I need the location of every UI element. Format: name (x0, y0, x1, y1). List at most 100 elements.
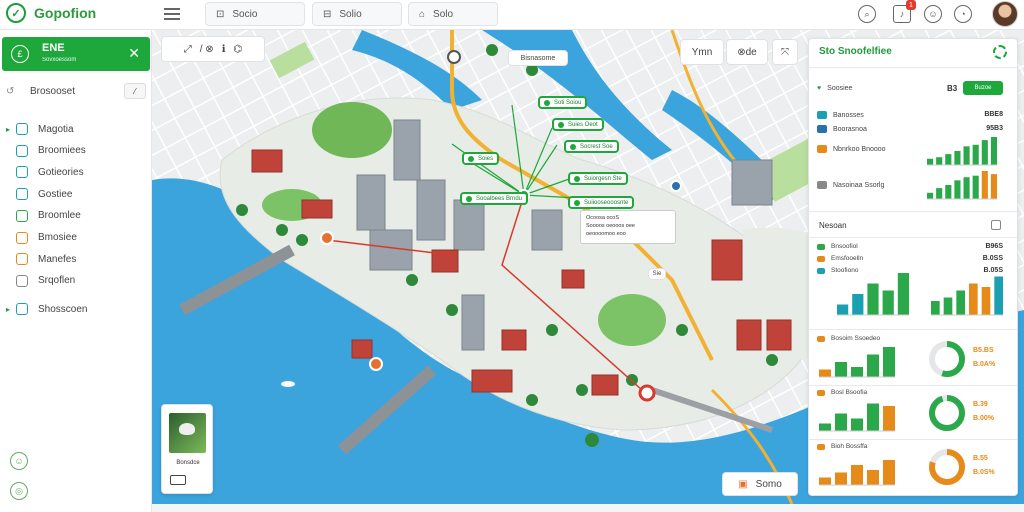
stat-row-2: Bosl Bsoofia (817, 389, 867, 396)
map-pin-orange[interactable] (320, 231, 334, 245)
smile-icon[interactable]: ☺ (924, 5, 942, 23)
sidebar-item-label: Magotia (38, 123, 74, 135)
map-tools[interactable]: ⤢ / ⊗ ℹ ⌬ (161, 36, 265, 62)
bar (936, 188, 943, 199)
bar (994, 276, 1003, 315)
thumbnail-card[interactable]: Bonsdce (161, 404, 213, 494)
kpi-value: BBE8 (984, 111, 1003, 118)
session-action-button[interactable]: Buzoe (963, 81, 1003, 95)
app-name: Gopofion (34, 5, 97, 21)
sidebar-item-3[interactable]: Gotieories (6, 163, 146, 181)
callout-label: Soies (478, 155, 494, 162)
map-pin-blue[interactable] (670, 180, 682, 192)
route-callout-6[interactable]: Suiiooseooosnte (568, 196, 635, 209)
bar (945, 185, 952, 199)
sidebar-item-7[interactable]: Manefes (6, 250, 146, 268)
filter-icon[interactable]: ⁄ (124, 83, 146, 99)
bar (883, 406, 895, 431)
sidebar-item-1[interactable]: ▸ Magotia (6, 120, 146, 138)
bar (837, 304, 849, 315)
map-pin-red[interactable] (638, 384, 656, 402)
place-callout[interactable]: Bisnasome (508, 50, 568, 66)
bar (936, 157, 943, 165)
section-title: Nesoan (819, 221, 847, 230)
tab-2[interactable]: ⊟ Solio (312, 2, 402, 26)
map-button-2[interactable]: ⊗de (726, 39, 768, 65)
back-icon: ↺ (6, 85, 15, 97)
search-icon[interactable]: ⌕ (858, 5, 876, 23)
sidebar-search-row[interactable]: ↺ Brosooset ⁄ (6, 82, 146, 100)
refresh-icon[interactable] (993, 45, 1007, 59)
sidebar-item-6[interactable]: Bmosiee (6, 229, 146, 247)
route-dot-icon (574, 199, 580, 206)
divider (809, 385, 1017, 386)
route-callout-2[interactable]: Suies Oeot (552, 118, 604, 131)
app-logo[interactable]: ✓ Gopofion (6, 3, 96, 23)
legend-swatch (817, 255, 825, 262)
legend-row-2: Emsfooelln (817, 255, 863, 262)
stat-value-1: B.39 (973, 401, 988, 408)
close-icon[interactable]: ✕ (128, 45, 140, 62)
bar (835, 413, 847, 431)
item-icon (16, 253, 28, 266)
sidebar-item-5[interactable]: Broomlee (6, 207, 146, 225)
bar (819, 477, 831, 485)
callout-label: Suiiooseooosnte (584, 199, 629, 206)
item-icon (16, 274, 28, 287)
bar (943, 297, 953, 315)
route-callout-5[interactable]: Suiorgesn Ste (568, 172, 628, 185)
item-icon (16, 123, 28, 135)
stat-bars (819, 347, 895, 378)
route-dot-icon (574, 175, 580, 182)
tab-1[interactable]: ⊡ Socio (205, 2, 305, 26)
stat-value-2: B.00% (973, 415, 995, 422)
small-tag[interactable]: Sie (648, 268, 666, 280)
route-callout-1[interactable]: Soti Soiou (538, 96, 588, 109)
tab-3[interactable]: ⌂ Solo (408, 2, 498, 26)
analytics-panel: Sto Snoofelfiee ♥ Soosiee B3 Buzoe Banos… (808, 38, 1018, 496)
sidebar-item-4[interactable]: Gostiee (6, 185, 146, 203)
expand-icon[interactable]: ⤧ (772, 39, 798, 65)
stat-bars (819, 460, 895, 486)
kpi-label: Banosses (833, 111, 864, 119)
help-icon[interactable]: ◎ (10, 482, 28, 500)
stat-label: Bosl Bsoofia (831, 389, 868, 396)
legend-row-1: Bnsoofiol (817, 243, 858, 250)
section-menu-icon[interactable] (991, 220, 1001, 230)
route-callout-4[interactable]: Soies (462, 152, 500, 165)
stat-ring (929, 449, 965, 485)
sidebar-item-8[interactable]: Srqoflen (6, 272, 146, 290)
map-pin-top[interactable] (447, 50, 461, 64)
bar (927, 192, 934, 199)
route-callout-3[interactable]: Socrest Soe (564, 140, 619, 153)
info-icon: ℹ (221, 43, 226, 55)
bar (819, 423, 831, 431)
bottom-button[interactable]: ▣ Somo (722, 472, 798, 496)
item-icon (16, 303, 28, 315)
stat-label: Bosoim Ssoedeo (831, 335, 881, 342)
map-pin-orange-2[interactable] (369, 357, 383, 371)
sidebar-item-label: Broomiees (38, 145, 86, 157)
kpi-row-3: Nbnrkoo Bnoooo (817, 145, 886, 153)
route-callout-7[interactable]: Sooalbees Brndu (460, 192, 529, 205)
callout-label: Suies Oeot (568, 121, 598, 128)
menu-icon[interactable] (164, 8, 180, 20)
bar (897, 273, 909, 315)
sidebar-item-9[interactable]: ▸ Shosscoen (6, 300, 146, 318)
bar (990, 137, 997, 165)
gauge-icon[interactable]: ◔ (954, 5, 972, 23)
sidebar-item-2[interactable]: Broomiees (6, 142, 146, 160)
top-bar: ✓ Gopofion ⊡ Socio ⊟ Solio ⌂ Solo ⌕ ♪ 1 ☺ ◔ (0, 0, 1024, 30)
avatar[interactable] (992, 1, 1018, 27)
map-button-1[interactable]: Ymn (680, 39, 724, 65)
vehicle-icon (170, 475, 186, 485)
stat-label: Bioh Bossffa (831, 443, 868, 450)
kpi-value: 95B3 (986, 125, 1003, 132)
bar (851, 465, 863, 485)
bar (882, 290, 894, 315)
settings-icon[interactable]: ☺ (10, 452, 28, 470)
sidebar-item-label: Shosscoen (38, 303, 88, 315)
item-icon (16, 231, 28, 244)
bar (981, 171, 988, 199)
info-card[interactable]: Ocoosa ocoS Soooos oeooos oee oeoooomoo … (580, 210, 676, 244)
